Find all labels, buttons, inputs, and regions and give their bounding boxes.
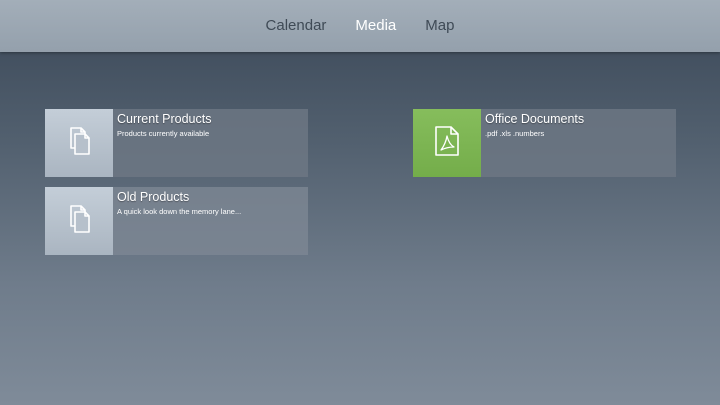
tile-title: Office Documents	[485, 112, 585, 126]
tile-title: Current Products	[117, 112, 212, 126]
tile-subtitle: .pdf .xls .numbers	[485, 129, 545, 138]
top-navigation-bar: Calendar Media Map	[0, 0, 720, 52]
tile-old-products[interactable]: Old Products A quick look down the memor…	[45, 187, 308, 255]
tab-calendar[interactable]: Calendar	[266, 0, 327, 52]
tab-bar: Calendar Media Map	[0, 0, 720, 52]
tile-office-documents[interactable]: Office Documents .pdf .xls .numbers	[413, 109, 676, 177]
tile-title: Old Products	[117, 190, 190, 204]
documents-icon	[62, 202, 96, 241]
pdf-document-icon	[431, 124, 463, 163]
tab-map[interactable]: Map	[425, 0, 454, 52]
tile-thumbnail	[413, 109, 481, 177]
tile-thumbnail	[45, 187, 113, 255]
tile-thumbnail	[45, 109, 113, 177]
tile-current-products[interactable]: Current Products Products currently avai…	[45, 109, 308, 177]
tile-subtitle: A quick look down the memory lane...	[117, 207, 242, 216]
documents-icon	[62, 124, 96, 163]
tile-subtitle: Products currently available	[117, 129, 210, 138]
tab-media[interactable]: Media	[355, 0, 396, 52]
